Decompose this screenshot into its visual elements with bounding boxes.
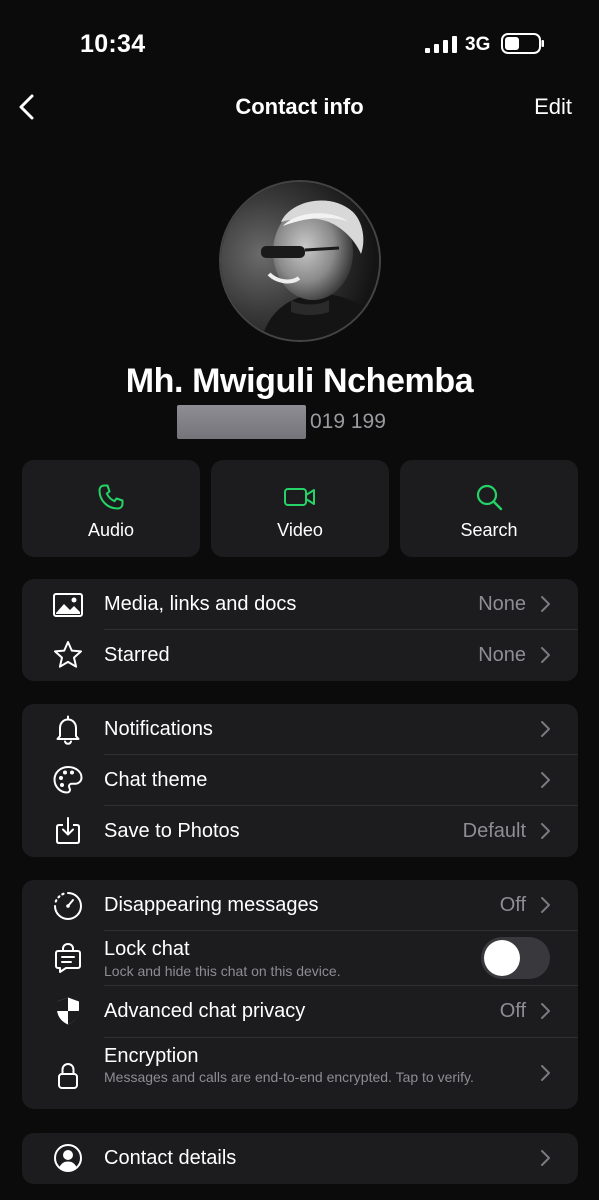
avatar[interactable] (219, 180, 381, 342)
advanced-privacy-label: Advanced chat privacy (104, 1000, 306, 1022)
encryption-subtitle: Messages and calls are end-to-end encryp… (104, 1069, 474, 1085)
disappearing-value: Off (499, 894, 526, 916)
palette-icon (53, 765, 83, 794)
search-label: Search (460, 520, 518, 540)
star-icon (54, 641, 82, 668)
starred-value: None (478, 644, 526, 666)
bell-icon (56, 715, 80, 745)
starred-label: Starred (104, 644, 170, 666)
nav-bar: Contact info Edit (0, 80, 599, 134)
chevron-right-icon (541, 772, 550, 788)
video-camera-icon (284, 488, 315, 506)
action-buttons: Audio Video Search (22, 460, 578, 557)
contact-details-label: Contact details (104, 1147, 237, 1169)
page-title: Contact info (235, 94, 364, 119)
toggle-knob (484, 940, 520, 976)
phone-suffix: 019 199 (310, 410, 386, 433)
edit-button[interactable]: Edit (534, 94, 572, 120)
timer-icon (54, 892, 83, 921)
phone-redaction (177, 405, 306, 439)
advanced-privacy-value: Off (499, 1000, 526, 1022)
chevron-right-icon (541, 823, 550, 839)
save-to-photos-value: Default (462, 820, 526, 842)
row-chat-theme[interactable]: Chat theme (22, 755, 578, 806)
lock-chat-label: Lock chat (104, 938, 190, 960)
row-lock-chat: Lock chat Lock and hide this chat on thi… (22, 931, 578, 985)
phone-number: 019 199 (0, 405, 599, 439)
row-save-to-photos[interactable]: Save to Photos Default (22, 806, 578, 857)
status-bar: 10:34 3G (0, 0, 599, 88)
row-disappearing-messages[interactable]: Disappearing messages Off (22, 880, 578, 931)
preferences-group: Notifications Chat theme Save to Photos … (22, 704, 578, 857)
audio-label: Audio (87, 520, 135, 540)
shield-icon (57, 997, 79, 1025)
row-advanced-chat-privacy[interactable]: Advanced chat privacy Off (22, 986, 578, 1037)
chevron-right-icon (541, 596, 550, 612)
privacy-group: Disappearing messages Off Lock chat Lock… (22, 880, 578, 1109)
chevron-right-icon (541, 1150, 550, 1166)
lock-chat-subtitle: Lock and hide this chat on this device. (104, 963, 341, 979)
search-icon (476, 484, 503, 511)
network-type: 3G (465, 34, 491, 55)
contact-details-group: Contact details (22, 1133, 578, 1184)
status-time: 10:34 (80, 30, 146, 58)
row-starred[interactable]: Starred None (22, 630, 578, 681)
row-notifications[interactable]: Notifications (22, 704, 578, 755)
chevron-right-icon (541, 647, 550, 663)
chat-theme-label: Chat theme (104, 769, 208, 791)
lock-chat-toggle[interactable] (481, 937, 550, 979)
encryption-label: Encryption (104, 1045, 199, 1067)
media-starred-group: Media, links and docs None Starred None (22, 579, 578, 681)
audio-call-button[interactable]: Audio (22, 460, 200, 557)
row-encryption[interactable]: Encryption Messages and calls are end-to… (22, 1038, 578, 1109)
contact-name: Mh. Mwiguli Nchemba (125, 362, 474, 400)
media-value: None (478, 593, 526, 615)
row-media-links-docs[interactable]: Media, links and docs None (22, 579, 578, 630)
disappearing-label: Disappearing messages (104, 894, 319, 916)
media-label: Media, links and docs (104, 593, 297, 615)
row-contact-details[interactable]: Contact details (22, 1133, 578, 1184)
chevron-right-icon (541, 1065, 550, 1081)
profile-photo (221, 182, 379, 340)
search-button[interactable]: Search (400, 460, 578, 557)
phone-icon (98, 484, 124, 510)
contact-icon (54, 1144, 82, 1172)
save-to-photos-label: Save to Photos (104, 820, 240, 842)
battery-icon (501, 33, 544, 54)
save-download-icon (56, 817, 80, 844)
image-icon (53, 593, 83, 617)
video-call-button[interactable]: Video (211, 460, 389, 557)
signal-strength-icon (425, 36, 457, 53)
lock-icon (58, 1062, 78, 1089)
lock-chat-icon (55, 942, 81, 973)
chevron-right-icon (541, 897, 550, 913)
notifications-label: Notifications (104, 718, 213, 740)
video-label: Video (277, 520, 323, 540)
chevron-right-icon (541, 721, 550, 737)
chevron-right-icon (541, 1003, 550, 1019)
